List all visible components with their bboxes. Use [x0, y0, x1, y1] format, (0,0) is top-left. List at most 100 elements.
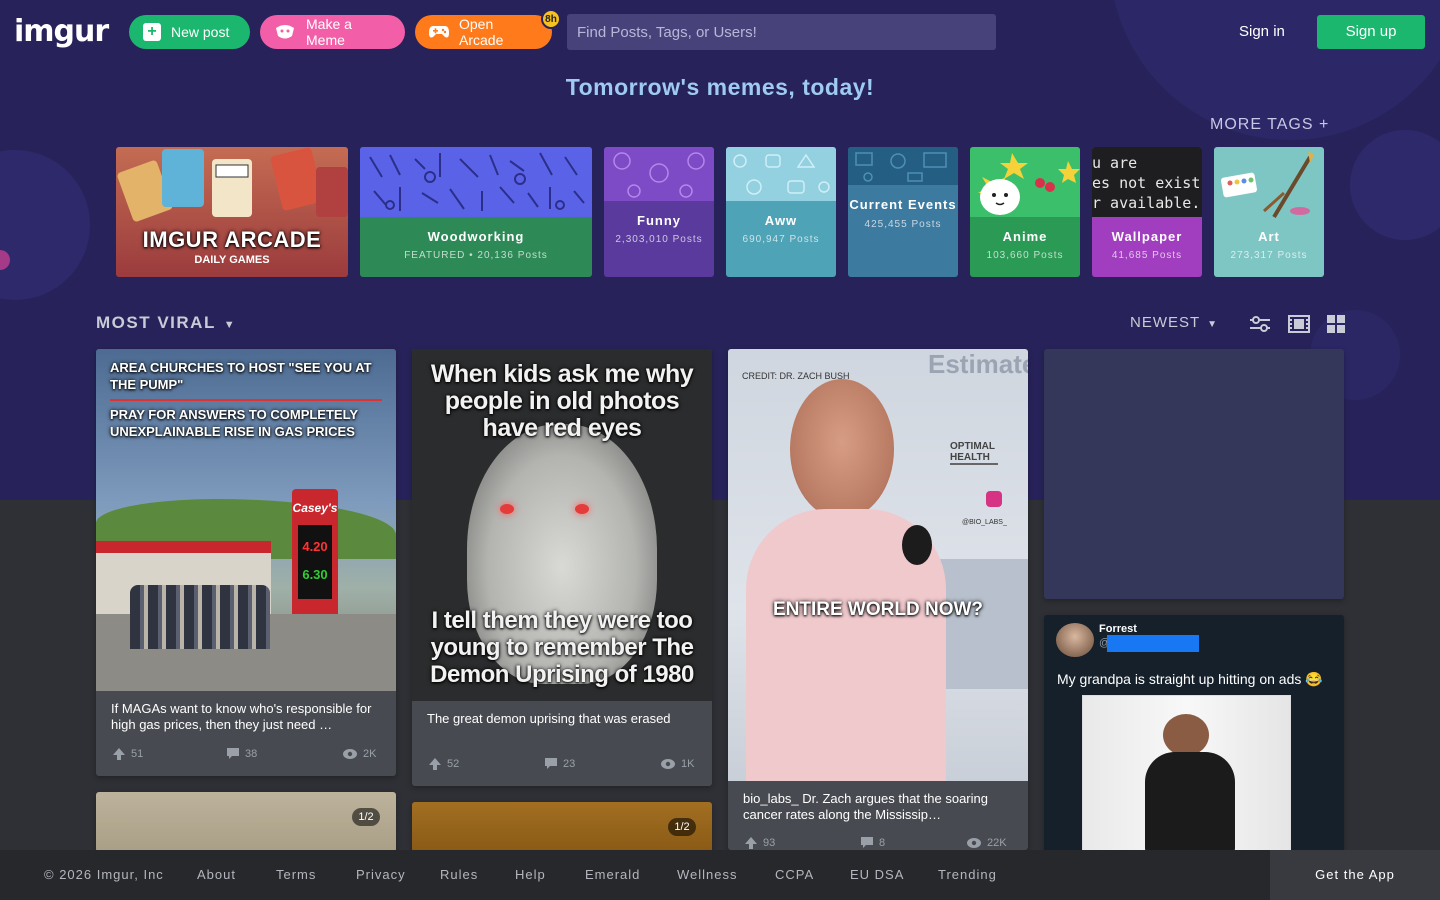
tag-tile-wallpaper[interactable]: u are es not exist r available. Wallpape… — [1092, 147, 1202, 277]
tag-label: Anime 103,660 Posts — [970, 217, 1080, 277]
eye-icon — [661, 759, 675, 769]
views: 1K — [661, 758, 694, 770]
album-counter: 1/2 — [352, 808, 380, 826]
comments-button[interactable]: 38 — [227, 748, 257, 760]
sort-label: NEWEST — [1130, 314, 1200, 331]
footer-link-trending[interactable]: Trending — [938, 867, 997, 882]
tag-tile-anime[interactable]: Anime 103,660 Posts — [970, 147, 1080, 277]
tag-count: FEATURED • 20,136 Posts — [404, 250, 548, 261]
post-image[interactable]: Estimate CREDIT: DR. ZACH BUSH OPTIMAL H… — [728, 349, 1028, 781]
upvote-button[interactable]: 51 — [113, 748, 143, 760]
upvote-button[interactable]: 93 — [745, 837, 775, 849]
tag-count: 2,303,010 Posts — [615, 234, 703, 245]
arcade-timer-badge: 8h — [541, 9, 561, 29]
eye-icon — [343, 749, 357, 759]
views: 2K — [343, 748, 376, 760]
comment-icon — [861, 837, 873, 848]
tag-tile-art[interactable]: Art 273,317 Posts — [1214, 147, 1324, 277]
get-the-app-button[interactable]: Get the App — [1270, 850, 1440, 900]
upvote-icon — [745, 837, 757, 849]
image-corner-text: Estimate — [928, 349, 1028, 379]
footer-link-terms[interactable]: Terms — [276, 867, 316, 882]
footer-link-privacy[interactable]: Privacy — [356, 867, 406, 882]
footer-link-about[interactable]: About — [197, 867, 236, 882]
comment-count: 8 — [879, 837, 886, 849]
imgur-logo[interactable]: imgur — [14, 14, 109, 49]
post-card[interactable]: Estimate CREDIT: DR. ZACH BUSH OPTIMAL H… — [728, 349, 1028, 850]
ad-slot[interactable] — [1044, 349, 1344, 599]
post-image[interactable]: AREA CHURCHES TO HOST "SEE YOU AT THE PU… — [96, 349, 396, 691]
price-sign: Casey's 4.20 6.30 — [292, 489, 338, 629]
views: 22K — [967, 837, 1007, 849]
face-shape — [790, 379, 894, 519]
post-caption[interactable]: If MAGAs want to know who's responsible … — [111, 701, 383, 733]
canopy-shape — [96, 541, 271, 553]
comments-button[interactable]: 8 — [861, 837, 885, 849]
new-post-button[interactable]: + New post — [129, 15, 250, 49]
woodworking-pattern-art — [360, 147, 592, 217]
search-input[interactable] — [567, 14, 996, 50]
post-meta: 51 38 2K — [111, 748, 381, 764]
sort-dropdown[interactable]: NEWEST ▼ — [1130, 314, 1218, 331]
tag-count: 273,317 Posts — [1230, 250, 1308, 261]
tag-tile-woodworking[interactable]: Woodworking FEATURED • 20,136 Posts — [360, 147, 592, 277]
footer-link-help[interactable]: Help — [515, 867, 546, 882]
tag-tile-arcade[interactable]: IMGUR ARCADE DAILY GAMES — [116, 147, 348, 277]
post-card[interactable]: 1/2 — [96, 792, 396, 852]
post-card[interactable]: 1/2 — [412, 802, 712, 852]
footer-link-wellness[interactable]: Wellness — [677, 867, 738, 882]
sign-in-link[interactable]: Sign in — [1226, 15, 1298, 49]
red-eye — [575, 504, 589, 514]
post-card[interactable]: AREA CHURCHES TO HOST "SEE YOU AT THE PU… — [96, 349, 396, 776]
comment-count: 38 — [245, 748, 258, 760]
post-caption[interactable]: The great demon uprising that was erased — [427, 711, 699, 727]
post-caption[interactable]: bio_labs_ Dr. Zach argues that the soari… — [743, 791, 1015, 823]
tag-label: Art 273,317 Posts — [1214, 217, 1324, 277]
comment-icon — [227, 748, 239, 759]
album-counter: 1/2 — [668, 818, 696, 836]
model-head-shape — [1163, 714, 1209, 756]
tag-name: Woodworking — [427, 229, 525, 244]
footer-link-eu-dsa[interactable]: EU DSA — [850, 867, 904, 882]
tag-tile-funny[interactable]: Funny 2,303,010 Posts — [604, 147, 714, 277]
post-card[interactable]: When kids ask me why people in old photo… — [412, 349, 712, 786]
make-meme-button[interactable]: Make a Meme — [260, 15, 405, 49]
tag-count: 690,947 Posts — [742, 234, 820, 245]
upvote-icon — [429, 758, 441, 770]
footer-link-emerald[interactable]: Emerald — [585, 867, 640, 882]
more-tags-link[interactable]: MORE TAGS + — [1210, 116, 1329, 134]
post-image[interactable]: When kids ask me why people in old photo… — [412, 349, 712, 701]
caret-down-icon: ▼ — [223, 319, 237, 331]
view-count: 1K — [681, 758, 695, 770]
filter-sliders-icon[interactable] — [1249, 314, 1271, 334]
tag-tile-current-events[interactable]: Current Events 425,455 Posts — [848, 147, 958, 277]
layout-filmstrip-icon[interactable] — [1288, 314, 1310, 334]
section-label: MOST VIRAL — [96, 313, 216, 332]
wallpaper-preview-line: es not exist — [1092, 174, 1201, 192]
top-bar: imgur + New post Make a Meme Open Arcade… — [0, 0, 1440, 64]
footer: © 2026 Imgur, Inc About Terms Privacy Ru… — [0, 850, 1440, 900]
tag-tile-aww[interactable]: Aww 690,947 Posts — [726, 147, 836, 277]
comments-button[interactable]: 23 — [545, 758, 575, 770]
open-arcade-button[interactable]: Open Arcade — [415, 15, 552, 49]
footer-link-ccpa[interactable]: CCPA — [775, 867, 814, 882]
upvote-icon — [113, 748, 125, 760]
tag-name: Art — [1258, 229, 1280, 244]
layout-grid-icon[interactable] — [1326, 314, 1348, 334]
tagline: Tomorrow's memes, today! — [565, 74, 875, 100]
tag-count: 41,685 Posts — [1111, 250, 1183, 261]
footer-link-rules[interactable]: Rules — [440, 867, 478, 882]
gamepad-icon — [429, 25, 449, 39]
most-viral-dropdown[interactable]: MOST VIRAL ▼ — [96, 313, 236, 333]
tag-label: Wallpaper 41,685 Posts — [1092, 217, 1202, 277]
view-count: 2K — [363, 748, 377, 760]
new-post-label: New post — [171, 24, 230, 40]
sign-up-button[interactable]: Sign up — [1317, 15, 1425, 49]
upvote-button[interactable]: 52 — [429, 758, 459, 770]
eye-icon — [967, 838, 981, 848]
decor-bubble — [1350, 130, 1440, 240]
post-card[interactable]: Forrest @ My grandpa is straight up hitt… — [1044, 615, 1344, 850]
tag-name: Funny — [637, 213, 681, 228]
red-eye — [500, 504, 514, 514]
ad-screenshot-image — [1082, 695, 1291, 850]
